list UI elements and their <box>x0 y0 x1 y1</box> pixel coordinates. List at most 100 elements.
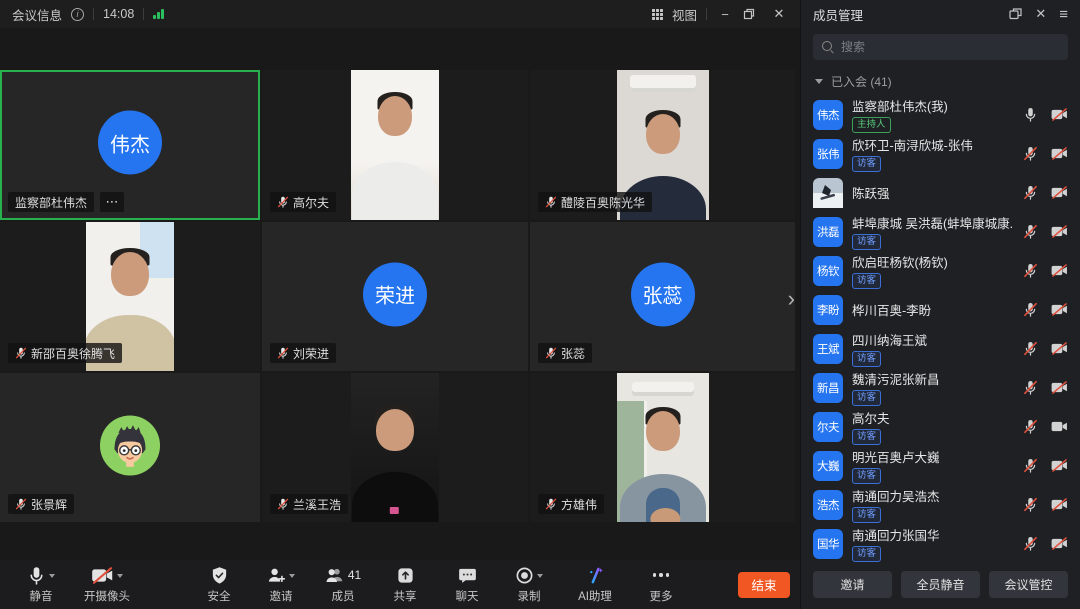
invite-button[interactable]: 邀请 <box>250 565 312 604</box>
video-tile-chenguanghua[interactable]: 醴陵百奥陈光华 <box>530 70 795 220</box>
video-feed <box>351 70 439 220</box>
invite-footer-button[interactable]: 邀请 <box>813 571 892 598</box>
mic-muted-icon[interactable] <box>1023 419 1038 434</box>
layout-grid-icon[interactable] <box>652 9 663 20</box>
member-row[interactable]: 大巍 明光百奥卢大巍 访客 <box>801 446 1080 485</box>
menu-icon[interactable]: ≡ <box>1059 6 1068 23</box>
participant-name-label: 高尔夫 <box>293 194 329 211</box>
restore-button[interactable] <box>743 8 761 20</box>
member-row[interactable]: 陈跃强 <box>801 173 1080 212</box>
camera-off-icon[interactable] <box>1051 381 1068 394</box>
close-panel-icon[interactable]: ✕ <box>1035 6 1046 22</box>
member-row[interactable]: 王斌 四川纳海王斌 访客 <box>801 329 1080 368</box>
video-tile-xutengfei[interactable]: 新邵百奥徐腾飞 <box>0 222 260 371</box>
camera-on-icon[interactable] <box>1051 420 1068 433</box>
chevron-down-icon[interactable] <box>289 574 295 578</box>
meeting-info-label[interactable]: 会议信息 <box>12 5 62 24</box>
video-tile-gaoerfu[interactable]: 高尔夫 <box>262 70 528 220</box>
collapse-arrow-icon[interactable] <box>815 79 823 84</box>
meeting-control-button[interactable]: 会议管控 <box>989 571 1068 598</box>
avatar: 杨钦 <box>813 256 843 286</box>
member-row[interactable]: 杨钦 欣启旺杨钦(杨钦) 访客 <box>801 251 1080 290</box>
member-row[interactable]: 伟杰 监察部杜伟杰(我) 主持人 <box>801 95 1080 134</box>
video-tile-liurongjin[interactable]: 荣进 刘荣进 <box>262 222 528 371</box>
video-tile-duweijie[interactable]: 伟杰 监察部杜伟杰 ⋯ <box>0 70 260 220</box>
member-row[interactable]: 国华 南通回力张国华 访客 <box>801 524 1080 563</box>
mic-muted-icon[interactable] <box>1023 185 1038 200</box>
avatar: 李盼 <box>813 295 843 325</box>
video-tile-fangxiongwei[interactable]: 方雄伟 <box>530 373 795 522</box>
camera-on-button[interactable]: 开摄像头 <box>72 565 142 604</box>
avatar: 大巍 <box>813 451 843 481</box>
popout-panel-icon[interactable] <box>1009 8 1022 20</box>
video-tile-zhangrui[interactable]: 张蕊 张蕊 <box>530 222 795 371</box>
member-row[interactable]: 洪磊 蚌埠康城 吴洪磊(蚌埠康城康... 访客 <box>801 212 1080 251</box>
member-list[interactable]: 伟杰 监察部杜伟杰(我) 主持人 张伟 欣环卫-南浔欣城-张伟 访客 <box>801 95 1080 563</box>
member-row[interactable]: 张伟 欣环卫-南浔欣城-张伟 访客 <box>801 134 1080 173</box>
member-row[interactable]: 李盼 桦川百奥-李盼 <box>801 290 1080 329</box>
mic-muted-icon[interactable] <box>1023 263 1038 278</box>
chevron-down-icon[interactable] <box>49 574 55 578</box>
mic-muted-icon[interactable] <box>1023 341 1038 356</box>
tile-more-button[interactable]: ⋯ <box>100 192 124 212</box>
minimize-button[interactable]: − <box>716 7 734 22</box>
security-button[interactable]: 安全 <box>188 565 250 604</box>
camera-off-icon[interactable] <box>1051 186 1068 199</box>
member-row[interactable]: 新昌 魏清污泥张新昌 访客 <box>801 368 1080 407</box>
mute-button[interactable]: 静音 <box>10 565 72 604</box>
mic-muted-icon[interactable] <box>1023 380 1038 395</box>
mic-muted-icon[interactable] <box>1023 146 1038 161</box>
guest-badge: 访客 <box>852 429 881 445</box>
mute-all-button[interactable]: 全员静音 <box>901 571 980 598</box>
share-screen-button[interactable]: 共享 <box>374 565 436 604</box>
camera-off-icon[interactable] <box>1051 108 1068 121</box>
member-name: 监察部杜伟杰(我) <box>852 96 1014 115</box>
search-input[interactable] <box>841 40 1059 54</box>
mic-muted-icon <box>545 196 557 208</box>
more-button[interactable]: 更多 <box>630 565 692 604</box>
mic-muted-icon[interactable] <box>1023 536 1038 551</box>
meeting-toolbar: 静音 开摄像头 安全 邀请 41 成员 共享 <box>0 560 800 609</box>
chat-icon <box>458 566 477 585</box>
member-name: 南通回力张国华 <box>852 525 1014 544</box>
camera-off-icon[interactable] <box>1051 459 1068 472</box>
camera-off-icon[interactable] <box>1051 264 1068 277</box>
member-row[interactable]: 浩杰 南通回力吴浩杰 访客 <box>801 485 1080 524</box>
view-button[interactable]: 视图 <box>672 5 697 24</box>
camera-off-icon[interactable] <box>1051 225 1068 238</box>
member-name: 蚌埠康城 吴洪磊(蚌埠康城康... <box>852 213 1014 232</box>
guest-badge: 访客 <box>852 507 881 523</box>
video-tile-zhangjinghui[interactable]: 张景辉 <box>0 373 260 522</box>
member-row[interactable]: 尔夫 高尔夫 访客 <box>801 407 1080 446</box>
chat-button[interactable]: 聊天 <box>436 565 498 604</box>
joined-section-header[interactable]: 已入会 (41) <box>801 64 1080 95</box>
cartoon-avatar <box>99 414 161 476</box>
end-meeting-button[interactable]: 结束 <box>738 572 790 598</box>
ai-assistant-button[interactable]: AI助理 <box>560 565 630 604</box>
info-icon[interactable]: i <box>71 8 84 21</box>
chevron-down-icon[interactable] <box>117 574 123 578</box>
video-grid: 伟杰 监察部杜伟杰 ⋯ 高尔夫 <box>0 70 797 520</box>
record-button[interactable]: 录制 <box>498 565 560 604</box>
search-box[interactable] <box>813 34 1068 60</box>
mic-muted-icon[interactable] <box>1023 302 1038 317</box>
camera-off-icon[interactable] <box>1051 537 1068 550</box>
network-signal-icon[interactable] <box>153 9 164 19</box>
chevron-down-icon[interactable] <box>537 574 543 578</box>
next-page-chevron-icon[interactable]: › <box>788 288 795 310</box>
participant-name-label: 兰溪王浩 <box>293 496 341 513</box>
camera-off-icon[interactable] <box>1051 342 1068 355</box>
camera-off-icon[interactable] <box>1051 303 1068 316</box>
mic-on-icon[interactable] <box>1023 107 1038 122</box>
close-button[interactable]: ✕ <box>770 6 788 22</box>
mic-muted-icon[interactable] <box>1023 497 1038 512</box>
members-button[interactable]: 41 成员 <box>312 565 374 604</box>
mic-muted-icon <box>15 498 27 510</box>
camera-off-icon[interactable] <box>1051 498 1068 511</box>
mic-muted-icon[interactable] <box>1023 458 1038 473</box>
video-tile-wanghao[interactable]: 兰溪王浩 <box>262 373 528 522</box>
search-icon <box>822 41 834 53</box>
panel-header: 成员管理 ✕ ≡ <box>801 0 1080 28</box>
mic-muted-icon[interactable] <box>1023 224 1038 239</box>
camera-off-icon[interactable] <box>1051 147 1068 160</box>
